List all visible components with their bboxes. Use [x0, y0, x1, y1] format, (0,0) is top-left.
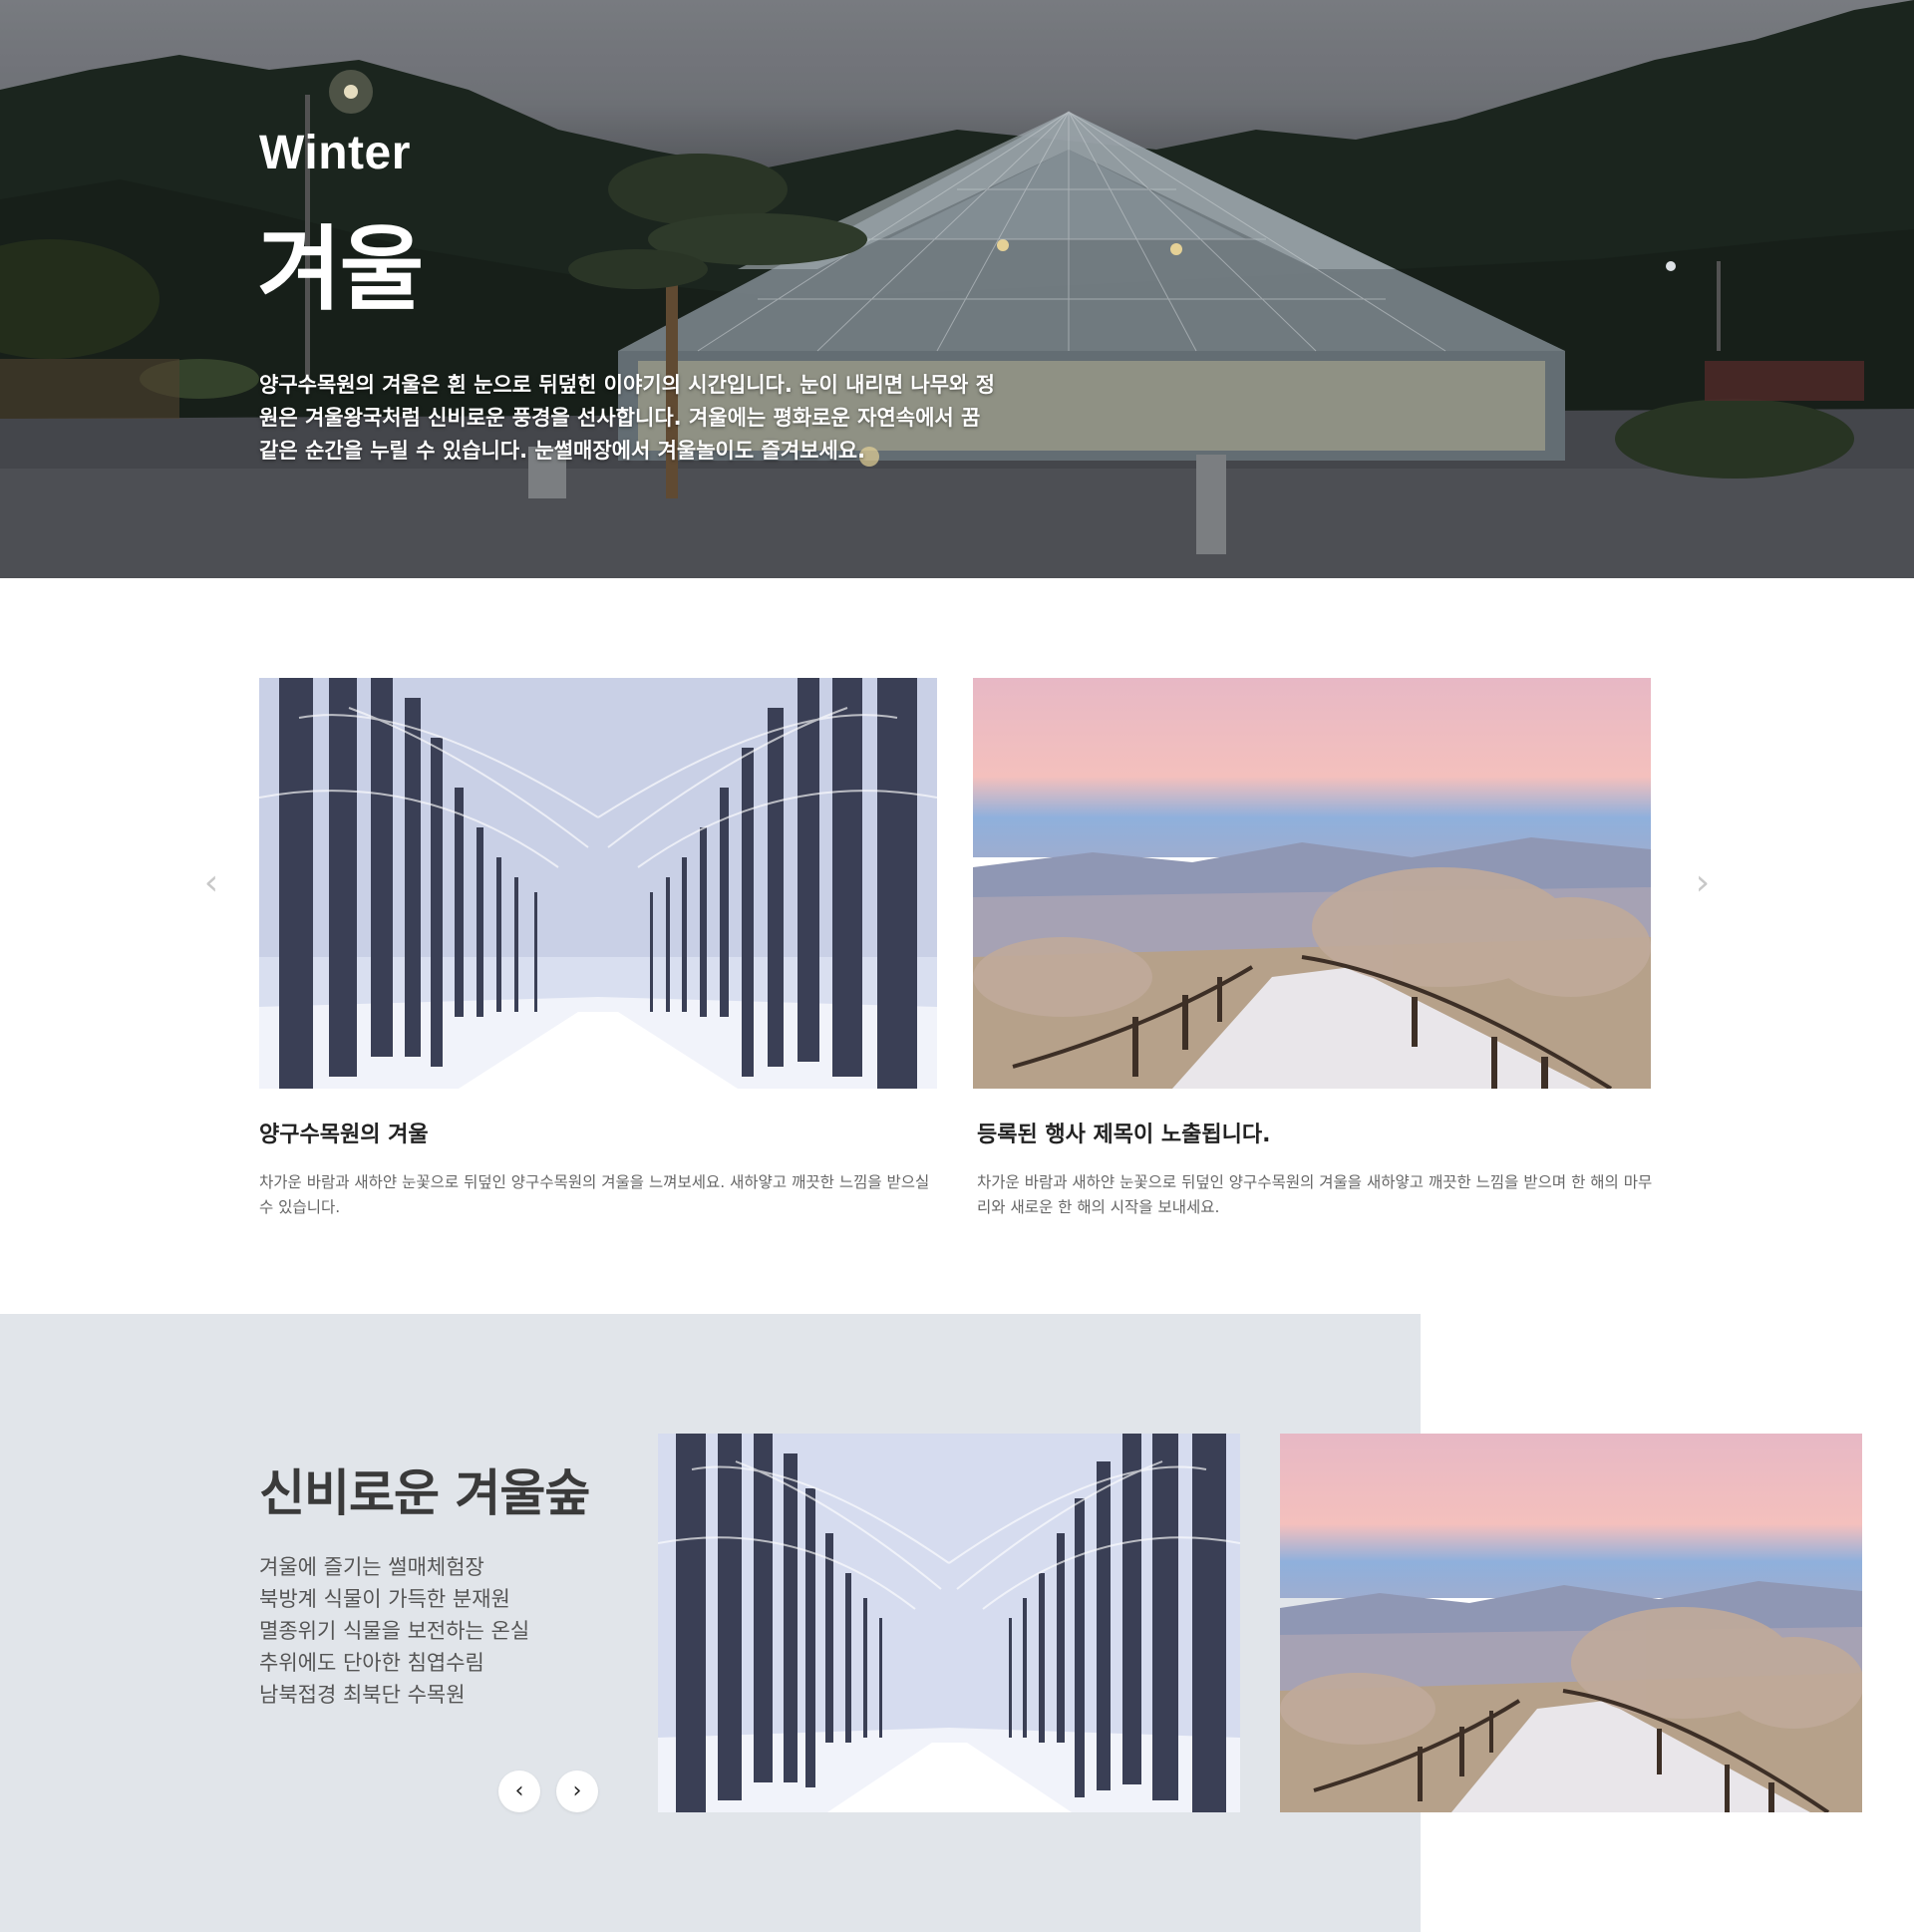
card-description: 차가운 바람과 새하얀 눈꽃으로 뒤덮인 양구수목원의 겨울을 느껴보세요. 새… [259, 1173, 930, 1216]
card-title: 양구수목원의 겨울 [259, 1123, 429, 1147]
gallery-prev-button[interactable]: ‹ [498, 1771, 540, 1812]
list-item: 추위에도 단아한 침엽수림 [259, 1651, 484, 1675]
chevron-right-icon[interactable]: › [1688, 865, 1718, 901]
frosty-mountain-trail-image[interactable] [1280, 1434, 1862, 1812]
event-card[interactable]: 등록된 행사 제목이 노출됩니다. 차가운 바람과 새하얀 눈꽃으로 뒤덮인 양… [973, 678, 1652, 1220]
list-item: 멸종위기 식물을 보전하는 온실 [259, 1619, 530, 1643]
list-item: 남북접경 최북단 수목원 [259, 1683, 466, 1707]
snowy-tree-avenue-image [259, 678, 937, 1089]
chevron-left-icon[interactable]: ‹ [196, 865, 226, 901]
card-title: 등록된 행사 제목이 노출됩니다. [977, 1123, 1271, 1147]
hero-banner: Winter 겨울 양구수목원의 겨울은 흰 눈으로 뒤덮힌 이야기의 시간입니… [0, 0, 1914, 578]
list-item: 북방계 식물이 가득한 분재원 [259, 1587, 510, 1611]
season-korean-title: 겨울 [257, 216, 424, 323]
card-description: 차가운 바람과 새하얀 눈꽃으로 뒤덮인 양구수목원의 겨울을 새하얗고 깨끗한… [977, 1173, 1653, 1216]
snowy-tree-avenue-image[interactable] [658, 1434, 1240, 1812]
frosty-mountain-trail-image [973, 678, 1651, 1089]
forest-feature-list: 겨울에 즐기는 썰매체험장 북방계 식물이 가득한 분재원 멸종위기 식물을 보… [259, 1551, 529, 1711]
event-card[interactable]: 양구수목원의 겨울 차가운 바람과 새하얀 눈꽃으로 뒤덮인 양구수목원의 겨울… [259, 678, 937, 1220]
forest-section-title: 신비로운 겨울숲 [259, 1464, 590, 1522]
hero-description: 양구수목원의 겨울은 흰 눈으로 뒤덮힌 이야기의 시간입니다. 눈이 내리면 … [259, 373, 995, 463]
season-english-title: Winter [259, 127, 411, 179]
gallery-next-button[interactable]: › [556, 1771, 598, 1812]
list-item: 겨울에 즐기는 썰매체험장 [259, 1555, 484, 1579]
